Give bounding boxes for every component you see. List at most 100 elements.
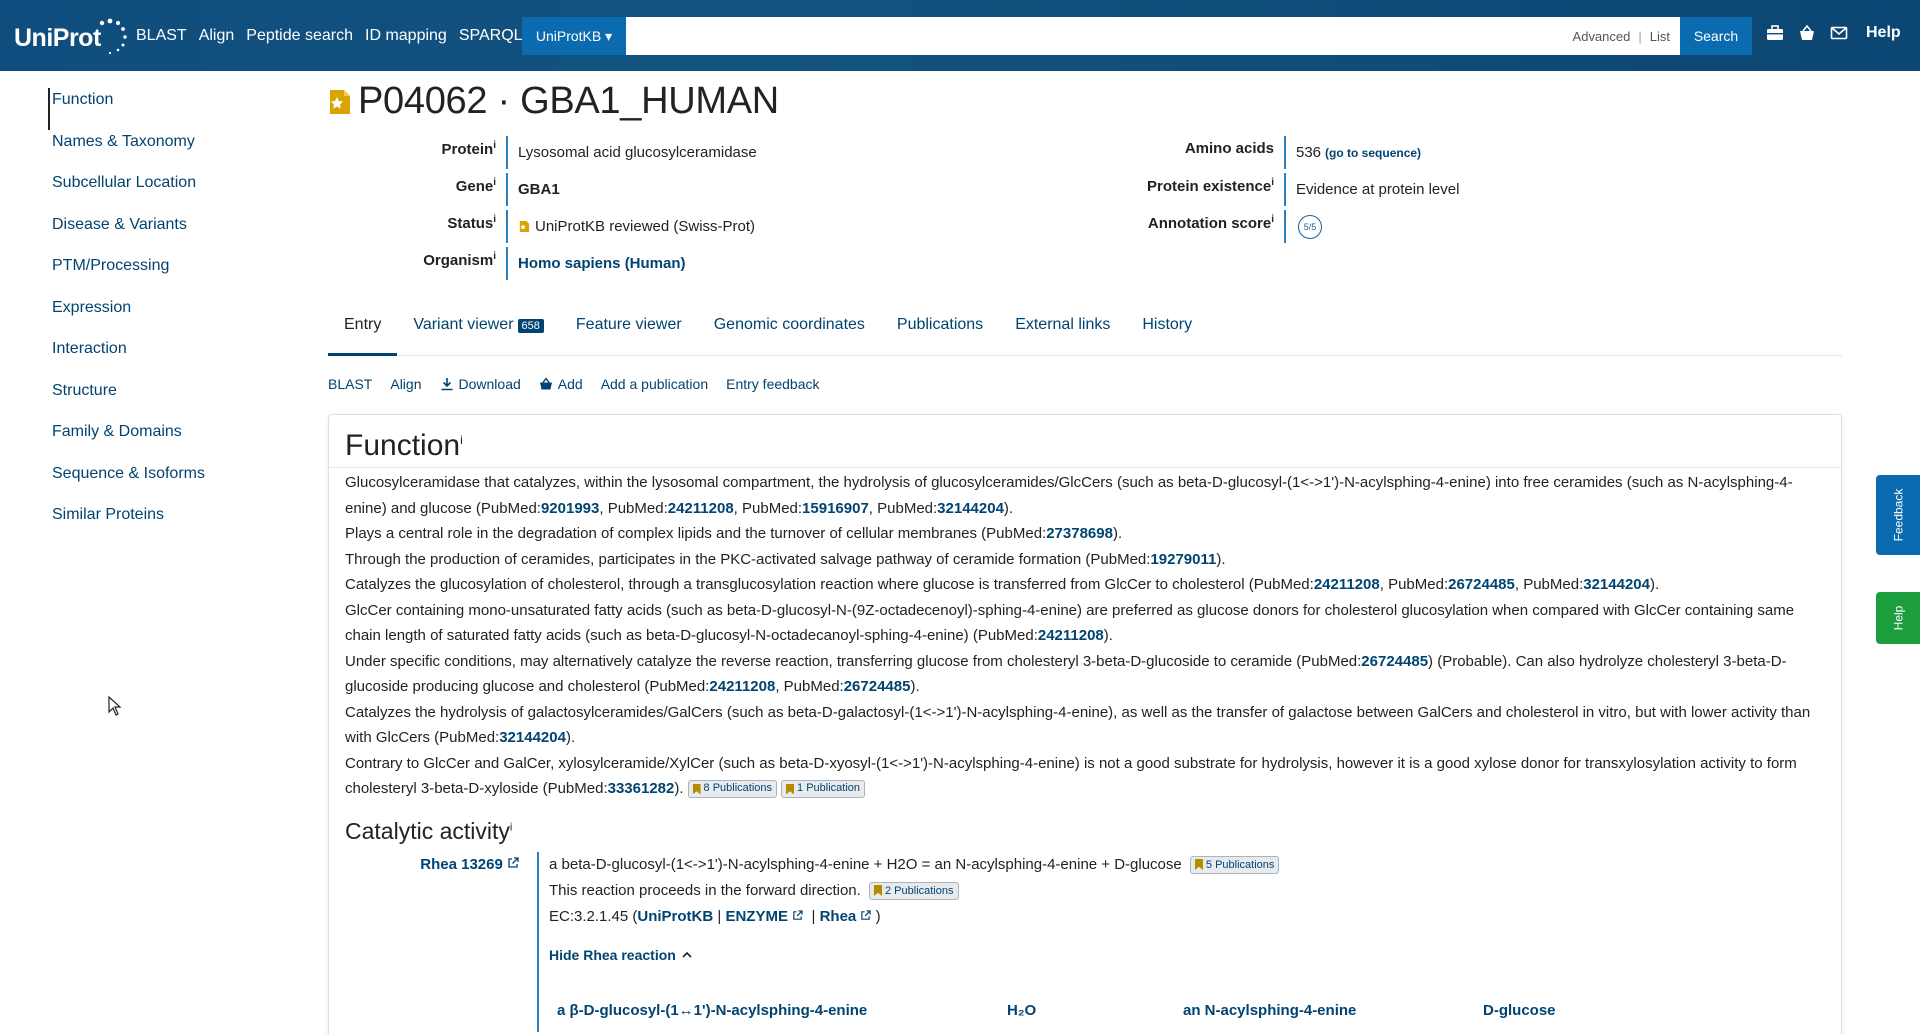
sidebar-item-function[interactable]: Function	[48, 88, 292, 130]
download-button[interactable]: Download	[440, 376, 521, 392]
ec-enzyme-link[interactable]: ENZYME	[725, 908, 788, 925]
entry-feedback-button[interactable]: Entry feedback	[726, 376, 819, 392]
blast-button[interactable]: BLAST	[328, 376, 372, 392]
pubmed-link[interactable]: 26724485	[1448, 576, 1515, 593]
summary-row-gene: Genei GBA1	[340, 173, 840, 210]
sidebar-item-ptm-processing[interactable]: PTM/Processing	[52, 254, 292, 296]
nav-blast[interactable]: BLAST	[136, 27, 187, 45]
advanced-search-link[interactable]: Advanced	[1573, 29, 1631, 44]
toolkit-icon[interactable]	[1766, 24, 1784, 42]
tab-external-links[interactable]: External links	[999, 304, 1126, 356]
sidebar-item-names-taxonomy[interactable]: Names & Taxonomy	[52, 130, 292, 172]
sidebar-item-interaction[interactable]: Interaction	[52, 337, 292, 379]
pubmed-link[interactable]: 27378698	[1046, 525, 1113, 542]
info-mark[interactable]: i	[493, 214, 496, 225]
info-mark[interactable]: i	[493, 251, 496, 262]
publications-badge[interactable]: 1 Publication	[781, 780, 866, 799]
sidebar-item-expression[interactable]: Expression	[52, 296, 292, 338]
pubmed-link[interactable]: 24211208	[709, 678, 775, 695]
publications-badge[interactable]: 2 Publications	[869, 881, 959, 900]
separator: |	[1638, 28, 1642, 44]
pubmed-link[interactable]: 24211208	[1314, 576, 1380, 593]
summary-row-amino-acids: Amino acids 536 (go to sequence)	[1090, 136, 1490, 173]
tab-publications[interactable]: Publications	[881, 304, 999, 356]
sidebar-item-similar-proteins[interactable]: Similar Proteins	[52, 503, 292, 545]
nav-id-mapping[interactable]: ID mapping	[365, 27, 447, 45]
amino-acids-count: 536	[1296, 144, 1322, 161]
pubmed-link[interactable]: 15916907	[802, 500, 869, 517]
sidebar-item-family-domains[interactable]: Family & Domains	[52, 420, 292, 462]
publications-badge-label: 1 Publication	[797, 782, 861, 795]
feedback-tab[interactable]: Feedback	[1876, 475, 1920, 555]
section-nav: Function Names & Taxonomy Subcellular Lo…	[48, 88, 292, 545]
search-input[interactable]: Advanced | List	[626, 17, 1680, 55]
nav-peptide-search[interactable]: Peptide search	[246, 27, 353, 45]
sidebar-item-structure[interactable]: Structure	[52, 379, 292, 421]
rhea-component-glucose[interactable]: D-glucose	[1483, 998, 1556, 1024]
mouse-cursor-icon	[108, 696, 122, 716]
pubmed-link[interactable]: 32144204	[499, 729, 566, 746]
add-basket-button[interactable]: Add	[539, 376, 583, 392]
database-select[interactable]: UniProtKB ▾	[522, 17, 626, 55]
rhea-components: a β-D-glucosyl-(1↔1')-N-acylsphing-4-eni…	[549, 998, 1637, 1024]
tab-entry[interactable]: Entry	[328, 304, 398, 356]
basket-icon[interactable]	[1798, 24, 1816, 42]
sidebar-item-sequence-isoforms[interactable]: Sequence & Isoforms	[52, 462, 292, 504]
info-mark[interactable]: i	[510, 821, 512, 833]
add-publication-button[interactable]: Add a publication	[601, 376, 708, 392]
rhea-component-substrate[interactable]: a β-D-glucosyl-(1↔1')-N-acylsphing-4-eni…	[557, 998, 1007, 1024]
ec-uniprotkb-link[interactable]: UniProtKB	[637, 908, 713, 925]
hide-rhea-reaction-button[interactable]: Hide Rhea reaction	[549, 942, 1637, 968]
sidebar-item-disease-variants[interactable]: Disease & Variants	[52, 213, 292, 255]
pubmed-link[interactable]: 32144204	[937, 500, 1004, 517]
pubmed-link[interactable]: 19279011	[1150, 551, 1216, 568]
mail-icon[interactable]	[1830, 24, 1848, 42]
rhea-link[interactable]: Rhea 13269	[420, 856, 503, 873]
annotation-score-label: Annotation score	[1147, 215, 1272, 232]
entry-summary-left: Proteini Lysosomal acid glucosylceramida…	[340, 136, 840, 284]
pubmed-link[interactable]: 26724485	[1361, 653, 1428, 670]
reviewed-icon	[330, 89, 350, 114]
tab-genomic-coordinates[interactable]: Genomic coordinates	[698, 304, 881, 356]
tab-history[interactable]: History	[1126, 304, 1208, 356]
pubmed-link[interactable]: 24211208	[668, 500, 734, 517]
basket-icon	[539, 377, 552, 390]
ec-rhea-link[interactable]: Rhea	[820, 908, 857, 925]
info-mark[interactable]: i	[1271, 214, 1274, 225]
annotation-score-badge[interactable]: 5/5	[1298, 214, 1322, 239]
info-mark[interactable]: i	[493, 140, 496, 151]
pubmed-link[interactable]: 24211208	[1038, 627, 1104, 644]
tab-feature-viewer[interactable]: Feature viewer	[560, 304, 698, 356]
bookmark-icon	[1194, 859, 1203, 871]
rhea-component-water[interactable]: H₂O	[1007, 998, 1183, 1024]
info-mark[interactable]: i	[460, 433, 463, 447]
search-button[interactable]: Search	[1680, 17, 1752, 55]
top-navbar: UniProt BLAST Align Peptide search ID ma…	[0, 0, 1920, 71]
pubmed-link[interactable]: 9201993	[541, 500, 599, 517]
tab-variant-viewer[interactable]: Variant viewer 658	[397, 304, 560, 356]
reaction-equation: a beta-D-glucosyl-(1<->1')-N-acylsphing-…	[549, 855, 1182, 873]
rhea-component-product[interactable]: an N-acylsphing-4-enine	[1183, 998, 1483, 1024]
help-link[interactable]: Help	[1866, 24, 1901, 42]
info-mark[interactable]: i	[493, 177, 496, 188]
sidebar-item-subcellular-location[interactable]: Subcellular Location	[52, 171, 292, 213]
uniprot-logo[interactable]: UniProt	[14, 11, 127, 61]
hide-rhea-label: Hide Rhea reaction	[549, 946, 676, 963]
pubmed-link[interactable]: 26724485	[844, 678, 911, 695]
publications-badge[interactable]: 5 Publications	[1189, 855, 1280, 874]
status-text: UniProtKB reviewed (Swiss-Prot)	[535, 218, 756, 235]
function-text-segment: , PubMed:	[1514, 576, 1584, 593]
go-to-sequence-link[interactable]: (go to sequence)	[1325, 146, 1421, 160]
pubmed-link[interactable]: 32144204	[1583, 576, 1650, 593]
nav-align[interactable]: Align	[199, 27, 235, 45]
nav-sparql[interactable]: SPARQL	[459, 27, 523, 45]
search-bar: UniProtKB ▾ Advanced | List Search	[522, 17, 1752, 55]
info-mark[interactable]: i	[1271, 177, 1274, 188]
list-search-link[interactable]: List	[1650, 29, 1670, 44]
publications-badge[interactable]: 8 Publications	[687, 780, 778, 799]
organism-link[interactable]: Homo sapiens (Human)	[518, 255, 686, 272]
ec-number: EC:3.2.1.45 (	[549, 907, 638, 925]
pubmed-link[interactable]: 33361282	[608, 780, 675, 797]
align-button[interactable]: Align	[390, 376, 421, 392]
help-tab[interactable]: Help	[1876, 592, 1920, 644]
